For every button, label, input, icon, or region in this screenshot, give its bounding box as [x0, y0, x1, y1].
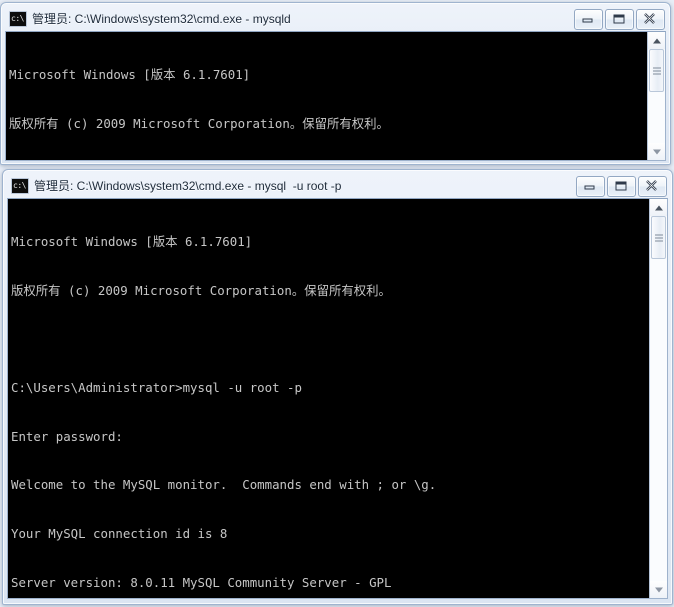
console-output-mysql: Microsoft Windows [版本 6.1.7601] 版权所有 (c)…	[8, 199, 649, 598]
console-line: Your MySQL connection id is 8	[11, 525, 228, 541]
minimize-button[interactable]	[576, 175, 605, 197]
scrollbar-thumb[interactable]	[651, 216, 666, 259]
scroll-down-arrow-icon[interactable]	[650, 581, 667, 598]
title-bar-mysqld[interactable]: c:\ 管理员: C:\Windows\system32\cmd.exe - m…	[5, 7, 666, 31]
caption-buttons-mysql	[576, 175, 667, 197]
console-line: 版权所有 (c) 2009 Microsoft Corporation。保留所有…	[11, 283, 391, 298]
maximize-button[interactable]	[605, 8, 634, 30]
close-button[interactable]	[636, 8, 665, 30]
console-client-area-mysql[interactable]: Microsoft Windows [版本 6.1.7601] 版权所有 (c)…	[7, 198, 668, 599]
console-window-mysqld[interactable]: c:\ 管理员: C:\Windows\system32\cmd.exe - m…	[0, 2, 671, 165]
caption-buttons-mysqld	[574, 8, 665, 30]
console-output-mysqld: Microsoft Windows [版本 6.1.7601] 版权所有 (c)…	[6, 32, 647, 160]
close-button[interactable]	[638, 175, 667, 197]
minimize-button[interactable]	[574, 8, 603, 30]
console-line: Microsoft Windows [版本 6.1.7601]	[11, 234, 253, 250]
console-line: Server version: 8.0.11 MySQL Community S…	[11, 574, 392, 590]
window-title-mysqld: 管理员: C:\Windows\system32\cmd.exe - mysql…	[32, 12, 291, 26]
console-window-mysql[interactable]: c:\ 管理员: C:\Windows\system32\cmd.exe - m…	[2, 169, 673, 605]
console-line: 版权所有 (c) 2009 Microsoft Corporation。保留所有…	[9, 116, 389, 131]
console-line: Enter password:	[11, 428, 123, 444]
vertical-scrollbar-mysqld[interactable]	[647, 32, 665, 160]
console-line: Welcome to the MySQL monitor. Commands e…	[11, 477, 437, 493]
scroll-down-arrow-icon[interactable]	[648, 143, 665, 160]
scrollbar-thumb[interactable]	[649, 49, 664, 92]
scroll-up-arrow-icon[interactable]	[648, 32, 665, 49]
cmd-console-icon-glyph: c:\	[13, 181, 26, 190]
cmd-console-icon: c:\	[11, 178, 29, 194]
scrollbar-track[interactable]	[648, 49, 665, 143]
scroll-up-arrow-icon[interactable]	[650, 199, 667, 216]
maximize-button[interactable]	[607, 175, 636, 197]
scrollbar-grip-icon	[652, 67, 661, 74]
scrollbar-track[interactable]	[650, 216, 667, 581]
console-line: Microsoft Windows [版本 6.1.7601]	[9, 67, 251, 83]
console-client-area-mysqld[interactable]: Microsoft Windows [版本 6.1.7601] 版权所有 (c)…	[5, 31, 666, 161]
desktop: c:\ 管理员: C:\Windows\system32\cmd.exe - m…	[0, 0, 674, 607]
cmd-console-icon: c:\	[9, 11, 27, 27]
vertical-scrollbar-mysql[interactable]	[649, 199, 667, 598]
title-bar-mysql[interactable]: c:\ 管理员: C:\Windows\system32\cmd.exe - m…	[7, 174, 668, 198]
cmd-console-icon-glyph: c:\	[11, 14, 24, 23]
window-title-mysql: 管理员: C:\Windows\system32\cmd.exe - mysql…	[34, 179, 342, 193]
console-line: C:\Users\Administrator>mysql -u root -p	[11, 380, 302, 396]
scrollbar-grip-icon	[654, 234, 663, 241]
